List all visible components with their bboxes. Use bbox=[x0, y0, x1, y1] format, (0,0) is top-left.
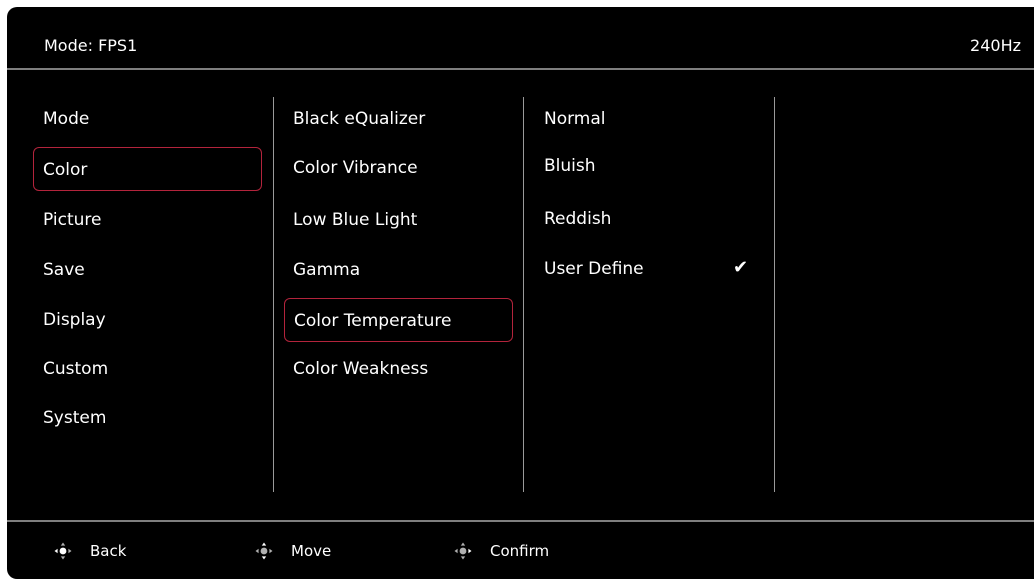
menu-item-color-weakness[interactable]: Color Weakness bbox=[293, 357, 428, 381]
back-hint[interactable]: Back bbox=[54, 522, 126, 579]
menu-item-custom[interactable]: Custom bbox=[43, 357, 108, 381]
refresh-rate-label: 240Hz bbox=[970, 36, 1021, 55]
dpad-icon bbox=[255, 542, 273, 559]
column-divider-2 bbox=[523, 97, 524, 492]
header-divider bbox=[7, 68, 1034, 70]
menu-item-color-temperature[interactable]: Color Temperature bbox=[284, 298, 513, 342]
move-label: Move bbox=[291, 541, 332, 560]
confirm-label: Confirm bbox=[490, 541, 550, 560]
checkmark-icon: ✔ bbox=[733, 257, 749, 278]
option-bluish[interactable]: Bluish bbox=[544, 154, 596, 178]
menu-item-black-equalizer[interactable]: Black eQualizer bbox=[293, 107, 425, 131]
menu-item-color[interactable]: Color bbox=[33, 147, 262, 191]
column-divider-1 bbox=[273, 97, 274, 492]
menu-item-picture[interactable]: Picture bbox=[43, 208, 101, 232]
current-mode-label: Mode: FPS1 bbox=[44, 36, 138, 55]
osd-footer: Back Move Confirm bbox=[7, 522, 1034, 579]
option-user-define[interactable]: User Define bbox=[544, 257, 644, 281]
option-normal[interactable]: Normal bbox=[544, 107, 606, 131]
dpad-icon bbox=[54, 542, 72, 559]
dpad-icon bbox=[454, 542, 472, 559]
menu-item-color-vibrance[interactable]: Color Vibrance bbox=[293, 156, 418, 180]
option-reddish[interactable]: Reddish bbox=[544, 207, 611, 231]
menu-item-display[interactable]: Display bbox=[43, 308, 106, 332]
move-hint[interactable]: Move bbox=[255, 522, 331, 579]
osd-header: Mode: FPS1 240Hz bbox=[7, 7, 1034, 75]
osd-menu: Mode: FPS1 240Hz Mode Color Picture Save… bbox=[7, 7, 1034, 579]
menu-item-gamma[interactable]: Gamma bbox=[293, 258, 360, 282]
menu-item-save[interactable]: Save bbox=[43, 258, 85, 282]
menu-item-mode[interactable]: Mode bbox=[43, 107, 89, 131]
confirm-hint[interactable]: Confirm bbox=[454, 522, 549, 579]
column-divider-3 bbox=[774, 97, 775, 492]
back-label: Back bbox=[90, 541, 127, 560]
menu-item-system[interactable]: System bbox=[43, 406, 106, 430]
menu-item-low-blue-light[interactable]: Low Blue Light bbox=[293, 208, 417, 232]
